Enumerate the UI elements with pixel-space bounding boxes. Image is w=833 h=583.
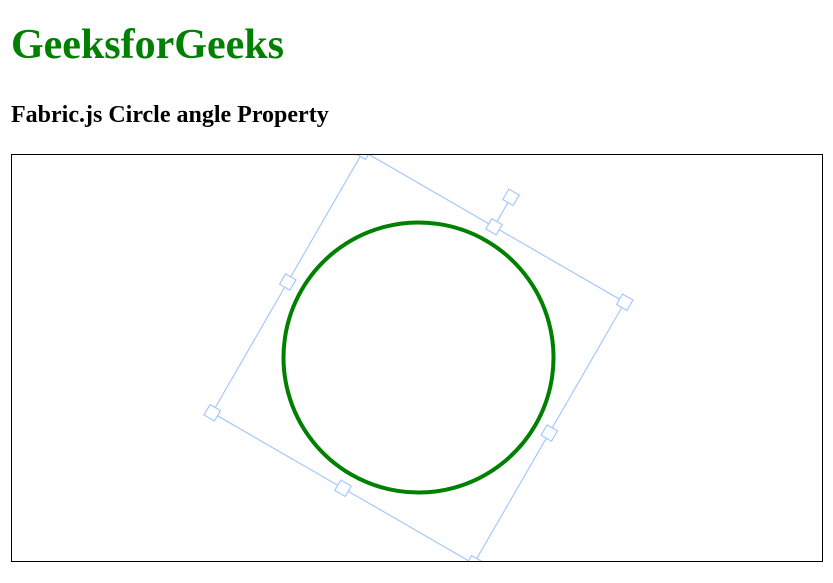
handle-bottom-left[interactable]: [203, 403, 222, 422]
selection-border: [211, 155, 626, 561]
rotation-handle[interactable]: [501, 188, 521, 207]
fabric-canvas[interactable]: [11, 154, 823, 562]
circle-object[interactable]: [234, 173, 603, 542]
handle-bottom-middle[interactable]: [333, 479, 353, 498]
handle-top-right[interactable]: [615, 293, 634, 312]
demo-heading: Fabric.js Circle angle Property: [11, 102, 329, 128]
canvas-drawing: [203, 155, 634, 561]
handle-middle-right[interactable]: [540, 423, 559, 443]
site-title: GeeksforGeeks: [11, 22, 284, 68]
handle-top-left[interactable]: [354, 155, 373, 161]
handle-top-middle[interactable]: [484, 217, 504, 236]
handle-middle-left[interactable]: [278, 272, 297, 292]
selection-group: [203, 155, 634, 561]
